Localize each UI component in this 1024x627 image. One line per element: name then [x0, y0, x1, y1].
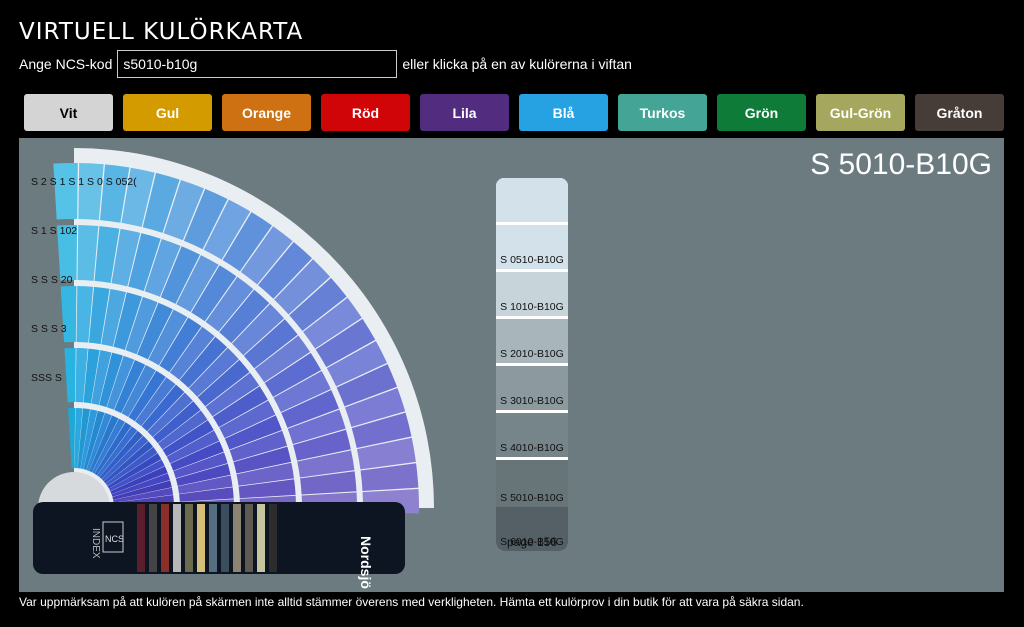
strip-swatch[interactable]: [496, 178, 568, 222]
strip-swatch[interactable]: S 5010-B10G: [496, 460, 568, 507]
ncs-code-row: Ange NCS-kod eller klicka på en av kulör…: [19, 50, 632, 78]
fan-row-label: S S S 3: [31, 323, 67, 335]
disclaimer-note: Var uppmärksam på att kulören på skärmen…: [19, 595, 804, 609]
fan-chip: [64, 348, 76, 403]
strip-swatch[interactable]: S 0510-B10G: [496, 225, 568, 269]
color-family-tabs: Vit Gul Orange Röd Lila Blå Turkos Grön Gul-Grön…: [24, 94, 1004, 131]
tab-vit[interactable]: Vit: [24, 94, 113, 131]
fan-cover-stripe: [137, 504, 145, 572]
color-panel: Nordsjö INDEX NCS S 2 S 1 S 1 S 0 S 052( S 1…: [19, 138, 1004, 592]
fan-cover-stripe: [149, 504, 157, 572]
fan-row-label: S S S 20: [31, 274, 73, 286]
fan-chip: [53, 163, 78, 220]
fan-cover-stripe: [197, 504, 205, 572]
strip-swatch[interactable]: S 3010-B10G: [496, 366, 568, 410]
ncs-code-label: Ange NCS-kod: [19, 56, 113, 72]
fan-logo-label: NCS: [105, 534, 124, 544]
fan-row-label: S 1 S 102: [31, 225, 77, 237]
fan-cover-stripe: [269, 504, 277, 572]
tab-gråton[interactable]: Gråton: [915, 94, 1004, 131]
tab-turkos[interactable]: Turkos: [618, 94, 707, 131]
tab-lila[interactable]: Lila: [420, 94, 509, 131]
tab-grön[interactable]: Grön: [717, 94, 806, 131]
color-strip: S 0510-B10G S 1010-B10G S 2010-B10G S 3010-…: [496, 178, 568, 551]
ncs-code-input[interactable]: [117, 50, 398, 78]
strip-swatch[interactable]: S 1010-B10G: [496, 272, 568, 316]
fan-cover-stripe: [209, 504, 217, 572]
strip-page-number: page 156: [506, 535, 558, 549]
fan-cover-stripe: [257, 504, 265, 572]
ncs-code-hint: eller klicka på en av kulörerna i viftan: [402, 56, 632, 72]
strip-swatch[interactable]: S 4010-B10G: [496, 413, 568, 457]
fan-row-label: S 2 S 1 S 1 S 0 S 052(: [31, 176, 137, 188]
tab-röd[interactable]: Röd: [321, 94, 410, 131]
fan-row-label: SSS S: [31, 372, 62, 384]
fan-cover-stripe: [245, 504, 253, 572]
fan-cover-stripe: [173, 504, 181, 572]
fan-cover-stripe: [221, 504, 229, 572]
page-title: VIRTUELL KULÖRKARTA: [19, 19, 304, 45]
tab-blå[interactable]: Blå: [519, 94, 608, 131]
tab-orange[interactable]: Orange: [222, 94, 311, 131]
brand-logo: Nordsjö: [358, 536, 374, 589]
fan-chip: [68, 408, 76, 469]
fan-cover-stripe: [233, 504, 241, 572]
fan-cover-stripe: [185, 504, 193, 572]
selected-color-code: S 5010-B10G: [810, 148, 992, 181]
fan-index-label: INDEX: [90, 528, 101, 559]
fan-cover: [33, 502, 405, 574]
strip-swatch[interactable]: S 2010-B10G: [496, 319, 568, 363]
tab-gul-grön[interactable]: Gul-Grön: [816, 94, 905, 131]
fan-cover-stripe: [161, 504, 169, 572]
tab-gul[interactable]: Gul: [123, 94, 212, 131]
